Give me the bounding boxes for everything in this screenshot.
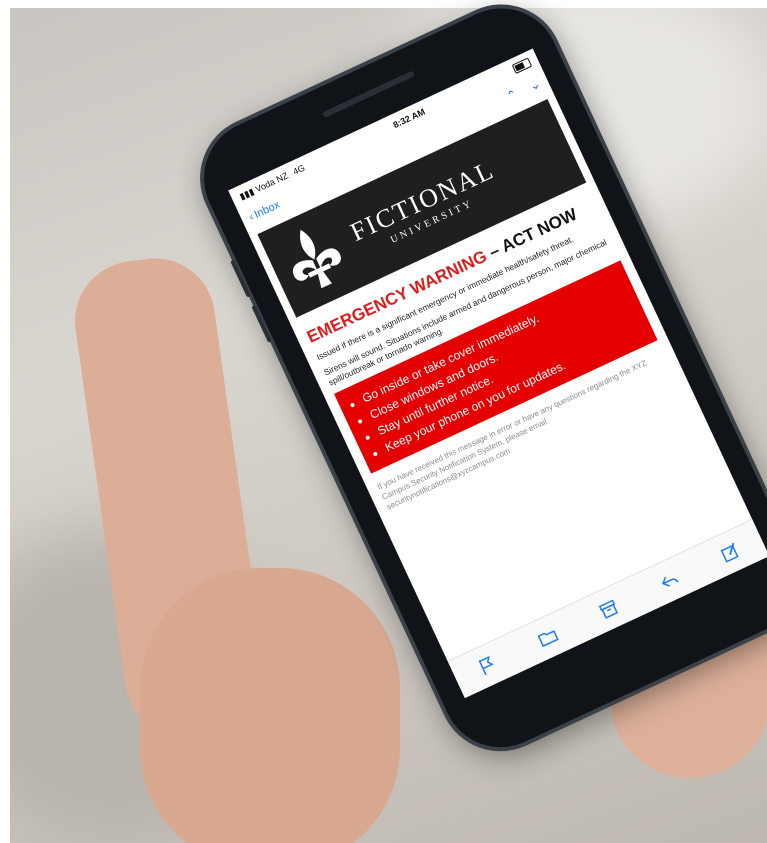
- fleur-de-lis-icon: [292, 229, 341, 289]
- flag-icon[interactable]: [474, 652, 501, 679]
- archive-icon[interactable]: [595, 596, 622, 623]
- compose-icon[interactable]: [717, 539, 744, 566]
- back-button[interactable]: ‹ Inbox: [247, 199, 282, 224]
- battery-icon: [511, 57, 533, 75]
- reply-icon[interactable]: [656, 567, 683, 594]
- folder-icon[interactable]: [534, 624, 561, 651]
- chevron-down-icon[interactable]: ⌄: [527, 75, 544, 94]
- volume-button: [251, 304, 272, 343]
- chevron-up-icon[interactable]: ⌃: [504, 86, 521, 105]
- back-label: Inbox: [252, 198, 282, 222]
- smartphone: ▮▮▮ Voda NZ 4G 8:32 AM ‹ Inbox ⌃ ⌄ FICTI…: [185, 0, 767, 767]
- phone-wrapper: ▮▮▮ Voda NZ 4G 8:32 AM ‹ Inbox ⌃ ⌄ FICTI…: [0, 0, 767, 843]
- mail-toolbar: [447, 518, 767, 699]
- network-label: 4G: [291, 162, 307, 177]
- phone-screen: ▮▮▮ Voda NZ 4G 8:32 AM ‹ Inbox ⌃ ⌄ FICTI…: [228, 48, 767, 699]
- volume-button: [230, 259, 251, 298]
